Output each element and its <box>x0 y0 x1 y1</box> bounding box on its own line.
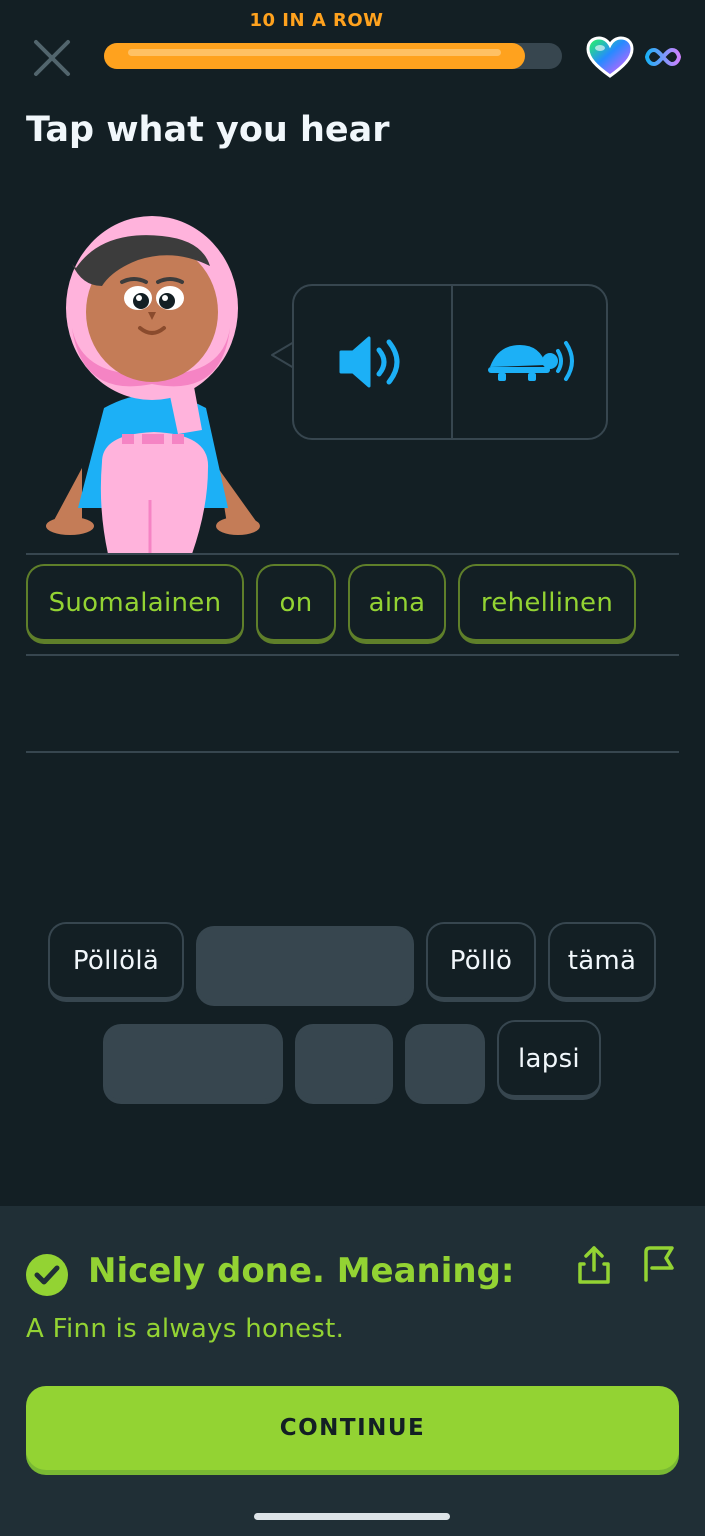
feedback-heading: Nicely done. Meaning: <box>88 1251 515 1291</box>
home-indicator <box>254 1513 450 1520</box>
share-button[interactable] <box>576 1244 612 1286</box>
word-bank-chip[interactable]: tämä <box>548 922 656 1002</box>
answer-chip[interactable]: aina <box>348 564 446 644</box>
speaker-icon <box>339 336 400 388</box>
check-icon <box>26 1254 68 1296</box>
lesson-progress-shine <box>128 49 501 56</box>
lesson-progress-fill <box>104 43 525 69</box>
word-bank-chip[interactable]: Pöllö <box>426 922 536 1002</box>
character-illustration <box>42 208 266 554</box>
answer-line-middle <box>26 654 679 656</box>
word-bank-empty-slot <box>103 1024 283 1104</box>
share-icon <box>578 1246 610 1284</box>
infinity-icon <box>644 44 682 70</box>
close-button[interactable] <box>28 34 76 82</box>
hearts-indicator[interactable] <box>586 36 634 78</box>
flag-icon <box>644 1246 674 1282</box>
word-bank-empty-slot <box>405 1024 485 1104</box>
translation-text: A Finn is always honest. <box>26 1314 345 1344</box>
word-bank-empty-slot <box>196 926 414 1006</box>
feedback-panel: Nicely done. Meaning: A Finn is always h… <box>0 1206 705 1536</box>
speech-bubble <box>292 284 608 440</box>
play-slow-audio-button[interactable] <box>452 286 608 438</box>
answer-chip[interactable]: rehellinen <box>458 564 636 644</box>
page-title: Tap what you hear <box>26 110 390 150</box>
close-icon <box>34 40 70 76</box>
answer-line-top <box>26 553 679 555</box>
continue-button[interactable]: CONTINUE <box>26 1386 679 1470</box>
play-audio-button[interactable] <box>294 286 450 438</box>
report-button[interactable] <box>640 1244 678 1284</box>
turtle-speaker-icon <box>488 341 574 381</box>
word-bank-chip[interactable]: Pöllölä <box>48 922 184 1002</box>
lesson-progress-bar <box>104 43 562 69</box>
answer-chip[interactable]: on <box>256 564 336 644</box>
streak-label: 10 IN A ROW <box>249 10 384 31</box>
heart-icon <box>586 36 634 78</box>
word-bank-empty-slot <box>295 1024 393 1104</box>
answer-chip[interactable]: Suomalainen <box>26 564 244 644</box>
answer-line-bottom <box>26 751 679 753</box>
word-bank-chip[interactable]: lapsi <box>497 1020 601 1100</box>
